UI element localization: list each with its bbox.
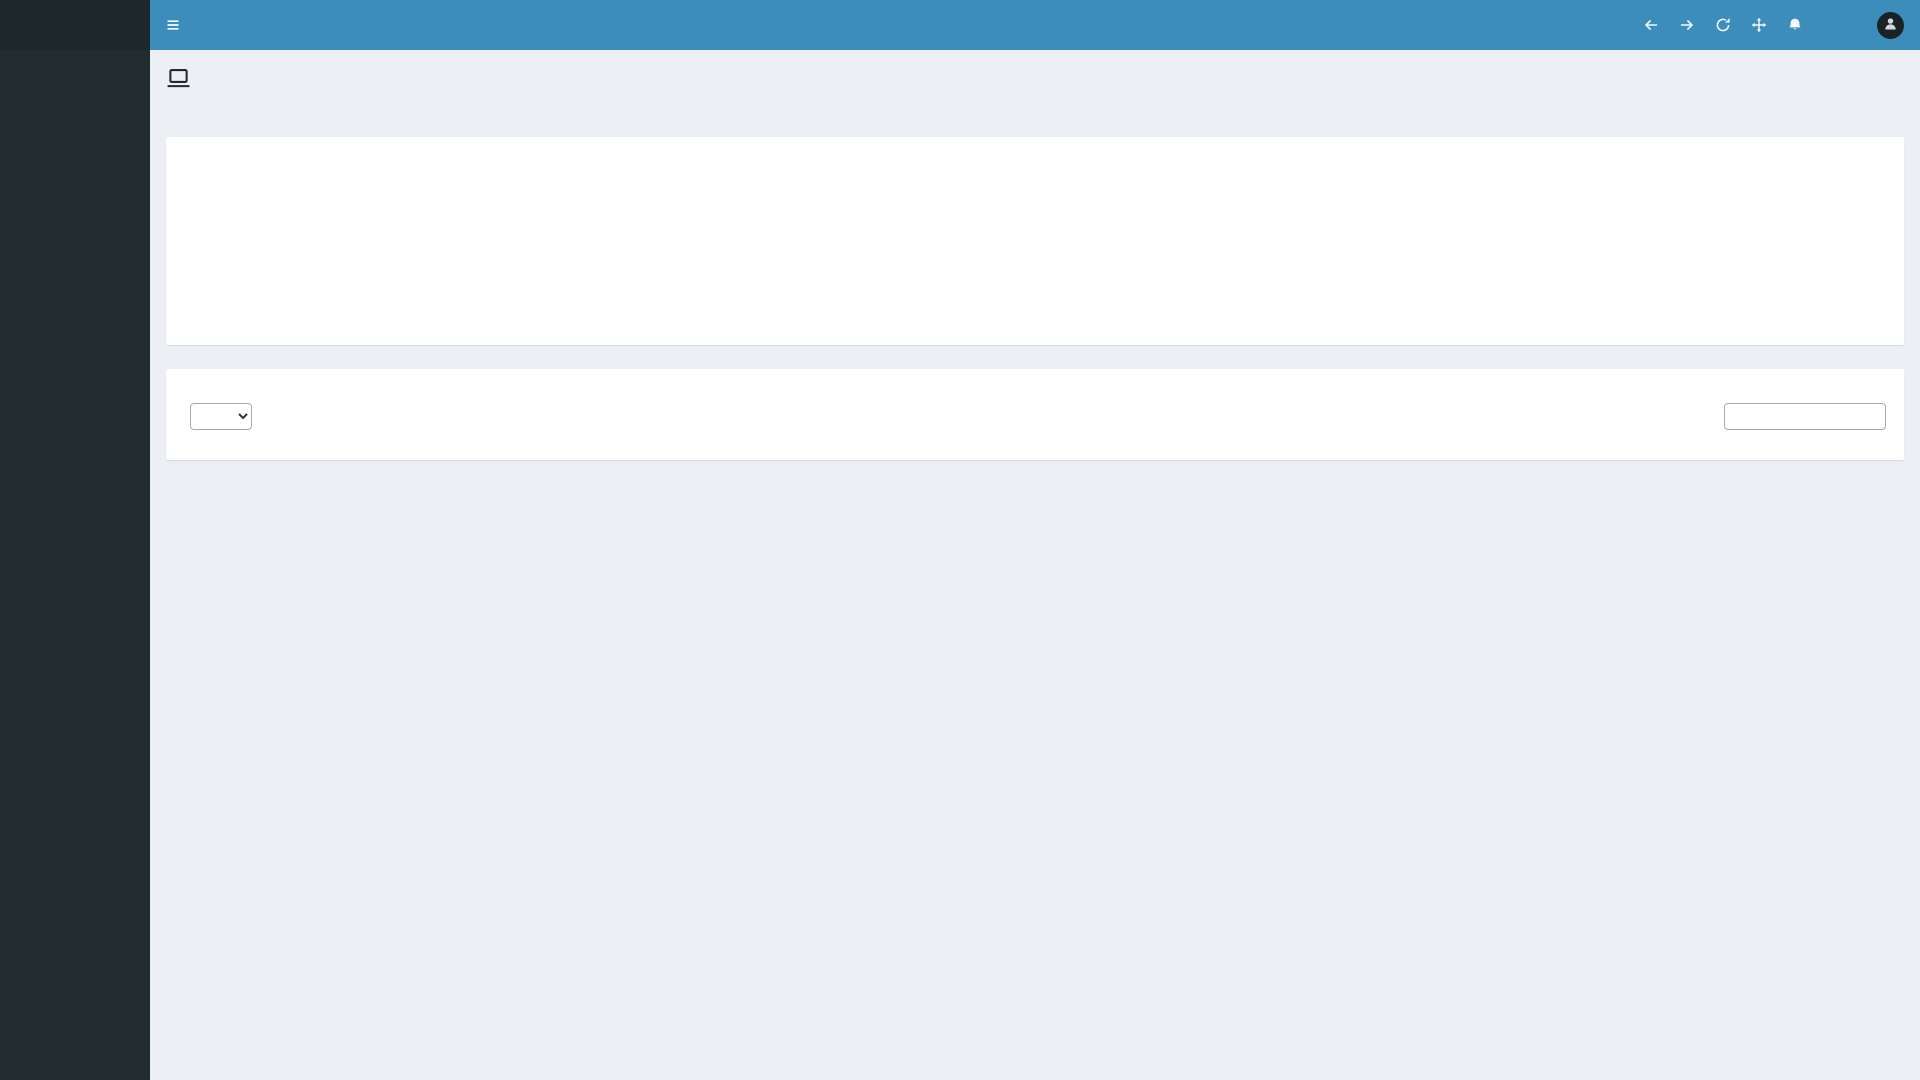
move-button[interactable]: [1751, 17, 1767, 33]
nav-back-button[interactable]: [1643, 17, 1659, 33]
search-input[interactable]: [1724, 403, 1886, 430]
refresh-button[interactable]: [1715, 17, 1731, 33]
table-controls: [184, 403, 1886, 430]
presence-chart: [184, 177, 1886, 273]
notifications-bell-button[interactable]: [1787, 17, 1803, 33]
nav-forward-button[interactable]: [1679, 17, 1695, 33]
main-column: [150, 0, 1920, 1080]
page-content: [150, 50, 1920, 1080]
device-presence-panel: [166, 137, 1904, 345]
chart-legend[interactable]: [1017, 157, 1054, 167]
laptop-icon: [166, 66, 191, 97]
user-avatar[interactable]: [1877, 12, 1904, 39]
search-wrap: [1716, 403, 1886, 430]
navbar-right: [1643, 12, 1920, 39]
legend-swatch: [1017, 157, 1047, 167]
page-size-select[interactable]: [190, 403, 252, 430]
chart-y-axis: [184, 177, 210, 273]
top-navbar: [150, 0, 1920, 50]
user-icon: [1883, 16, 1898, 34]
brand-logo[interactable]: [0, 0, 150, 50]
my-devices-panel: [166, 369, 1904, 460]
plugins-status-chip[interactable]: [1823, 22, 1837, 28]
sidebar: [0, 0, 150, 1080]
chart-bars: [210, 177, 1886, 273]
sidebar-toggle-button[interactable]: [150, 0, 196, 50]
app-root: [0, 0, 1920, 1080]
page-title: [166, 66, 1904, 97]
